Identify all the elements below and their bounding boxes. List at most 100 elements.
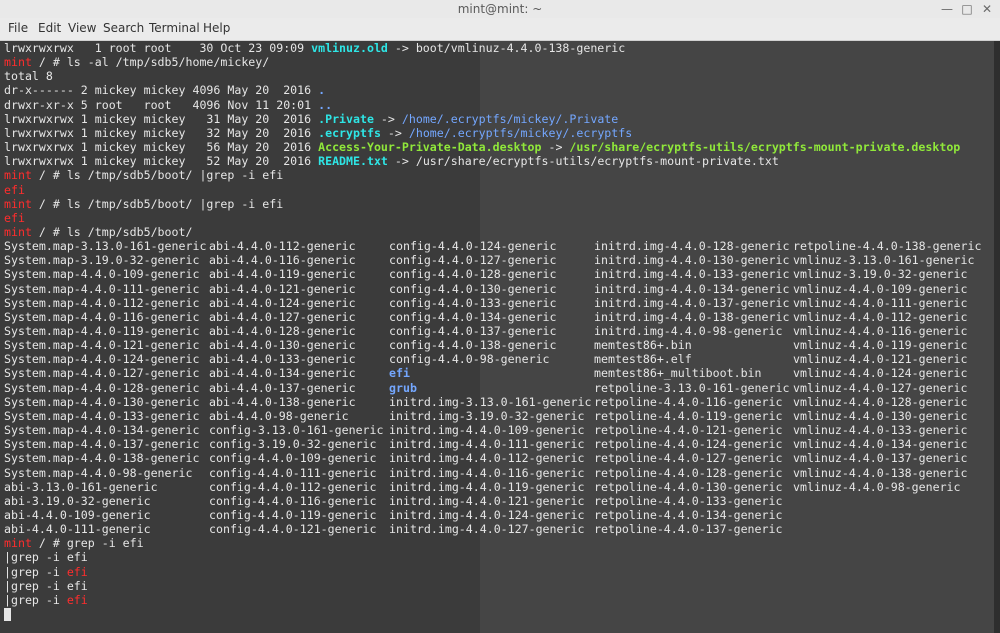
file-entry: System.map-4.4.0-116-generic [4, 309, 200, 324]
file-entry: System.map-4.4.0-138-generic [4, 451, 200, 466]
title-bar[interactable]: mint@mint: ~ — □ ✕ [0, 0, 1000, 18]
file-entry: vmlinuz-4.4.0-134-generic [793, 437, 968, 452]
file-entry: retpoline-4.4.0-116-generic [594, 394, 783, 409]
file-entry: abi-3.19.0-32-generic [4, 493, 151, 508]
menu-help[interactable]: Help [203, 21, 230, 35]
file-entry: memtest86+.bin [594, 338, 692, 353]
file-entry: initrd.img-4.4.0-119-generic [389, 479, 585, 494]
file-entry: retpoline-4.4.0-128-generic [594, 465, 783, 480]
output-line: mint / # ls /tmp/sdb5/boot/ [4, 225, 192, 239]
file-entry: abi-4.4.0-111-generic [4, 522, 151, 537]
file-entry: initrd.img-4.4.0-116-generic [389, 465, 585, 480]
output-segment: grub [389, 380, 417, 395]
terminal-output[interactable]: lrwxrwxrwx 1 root root 30 Oct 23 09:09 v… [0, 41, 1000, 633]
file-entry: vmlinuz-4.4.0-121-generic [793, 352, 968, 367]
output-line: lrwxrwxrwx 1 mickey mickey 32 May 20 201… [4, 126, 632, 140]
file-entry: config-4.4.0-134-generic [389, 309, 557, 324]
file-entry: config-4.4.0-119-generic [209, 507, 377, 522]
output-segment: efi [66, 592, 88, 607]
file-entry: vmlinuz-4.4.0-111-generic [793, 295, 968, 310]
file-entry: vmlinuz-4.4.0-112-generic [793, 309, 968, 324]
output-segment: |grep -i [4, 564, 67, 579]
file-entry: vmlinuz-4.4.0-137-generic [793, 451, 968, 466]
file-entry: abi-4.4.0-130-generic [209, 338, 356, 353]
output-segment: .. [318, 97, 333, 112]
file-entry: initrd.img-3.19.0-32-generic [389, 408, 585, 423]
file-entry: retpoline-4.4.0-134-generic [594, 507, 783, 522]
output-line: lrwxrwxrwx 1 root root 30 Oct 23 09:09 v… [4, 41, 625, 55]
file-entry: initrd.img-4.4.0-138-generic [594, 309, 790, 324]
file-entry: abi-4.4.0-124-generic [209, 295, 356, 310]
file-entry: System.map-4.4.0-109-generic [4, 267, 200, 282]
file-entry: System.map-4.4.0-119-generic [4, 324, 200, 338]
menu-edit[interactable]: Edit [38, 21, 61, 35]
file-entry: abi-4.4.0-119-generic [209, 267, 356, 282]
file-entry: System.map-4.4.0-112-generic [4, 295, 200, 310]
output-line: |grep -i efi [4, 565, 88, 579]
file-entry: System.map-4.4.0-130-generic [4, 394, 200, 409]
file-entry: abi-4.4.0-128-generic [209, 324, 356, 338]
output-segment: . [318, 83, 326, 98]
menu-search[interactable]: Search [103, 21, 144, 35]
file-entry: config-4.4.0-128-generic [389, 267, 557, 282]
file-entry: retpoline-4.4.0-124-generic [594, 437, 783, 452]
file-entry: grub [389, 381, 417, 395]
file-entry: config-4.4.0-116-generic [209, 493, 377, 508]
file-entry: retpoline-4.4.0-137-generic [594, 522, 783, 537]
file-entry: retpoline-4.4.0-121-generic [594, 423, 783, 438]
menu-view[interactable]: View [68, 21, 96, 35]
minimize-icon[interactable]: — [940, 2, 954, 16]
scrollbar[interactable] [994, 41, 1000, 633]
text-cursor [4, 608, 11, 621]
output-segment: lrwxrwxrwx 1 mickey mickey 31 May 20 201… [4, 111, 319, 126]
file-entry: retpoline-4.4.0-138-generic [793, 239, 982, 254]
output-line: mint / # ls -al /tmp/sdb5/home/mickey/ [4, 55, 269, 69]
file-entry: config-4.4.0-111-generic [209, 465, 377, 480]
file-entry: initrd.img-4.4.0-127-generic [389, 522, 585, 537]
file-entry: abi-4.4.0-116-generic [209, 253, 356, 268]
file-entry: vmlinuz-4.4.0-138-generic [793, 465, 968, 480]
close-icon[interactable]: ✕ [980, 2, 994, 16]
file-entry: initrd.img-4.4.0-133-generic [594, 267, 790, 282]
file-entry: retpoline-4.4.0-133-generic [594, 493, 783, 508]
file-entry: vmlinuz-3.19.0-32-generic [793, 267, 968, 282]
output-line: lrwxrwxrwx 1 mickey mickey 56 May 20 201… [4, 140, 960, 154]
output-segment: mint [4, 536, 32, 551]
output-segment: dr-x------ 2 mickey mickey 4096 May 20 2… [4, 83, 319, 98]
output-line: |grep -i efi [4, 593, 88, 607]
file-entry: config-4.4.0-109-generic [209, 451, 377, 466]
menu-terminal[interactable]: Terminal [149, 21, 200, 35]
output-segment: efi [4, 210, 25, 225]
maximize-icon[interactable]: □ [960, 2, 974, 16]
file-entry: vmlinuz-4.4.0-127-generic [793, 380, 968, 395]
output-segment: /home/.ecryptfs/mickey/.Private [401, 111, 619, 126]
file-entry: vmlinuz-4.4.0-130-generic [793, 408, 968, 423]
file-entry: config-4.4.0-137-generic [389, 324, 557, 338]
output-line: mint / # ls /tmp/sdb5/boot/ |grep -i efi [4, 197, 283, 211]
file-entry: config-4.4.0-112-generic [209, 479, 377, 494]
file-entry: System.map-4.4.0-128-generic [4, 380, 200, 395]
output-segment: drwxr-xr-x 5 root root 4096 Nov 11 20:01 [4, 97, 319, 112]
file-entry: initrd.img-4.4.0-128-generic [594, 239, 790, 254]
file-entry: vmlinuz-4.4.0-124-generic [793, 366, 968, 381]
file-entry: config-4.4.0-133-generic [389, 295, 557, 310]
terminal-window: mint@mint: ~ — □ ✕ File Edit View Search… [0, 0, 1000, 633]
output-segment: total 8 [4, 69, 53, 84]
output-line: mint / # ls /tmp/sdb5/boot/ |grep -i efi [4, 168, 283, 182]
file-entry: initrd.img-3.13.0-161-generic [389, 394, 592, 409]
menu-file[interactable]: File [8, 21, 28, 35]
output-line: lrwxrwxrwx 1 mickey mickey 31 May 20 201… [4, 112, 618, 126]
file-entry: System.map-4.4.0-137-generic [4, 437, 200, 452]
file-entry: System.map-4.4.0-111-generic [4, 281, 200, 296]
file-entry: abi-3.13.0-161-generic [4, 479, 158, 494]
output-segment: vmlinuz.old [311, 41, 388, 55]
file-entry: vmlinuz-4.4.0-119-generic [793, 338, 968, 353]
file-entry: config-4.4.0-130-generic [389, 281, 557, 296]
file-entry: retpoline-4.4.0-119-generic [594, 408, 783, 423]
output-segment: mint [4, 224, 32, 239]
file-entry: vmlinuz-4.4.0-128-generic [793, 394, 968, 409]
file-entry: System.map-4.4.0-121-generic [4, 338, 200, 353]
file-entry: abi-4.4.0-127-generic [209, 309, 356, 324]
window-title: mint@mint: ~ [457, 2, 543, 16]
file-entry: abi-4.4.0-138-generic [209, 394, 356, 409]
